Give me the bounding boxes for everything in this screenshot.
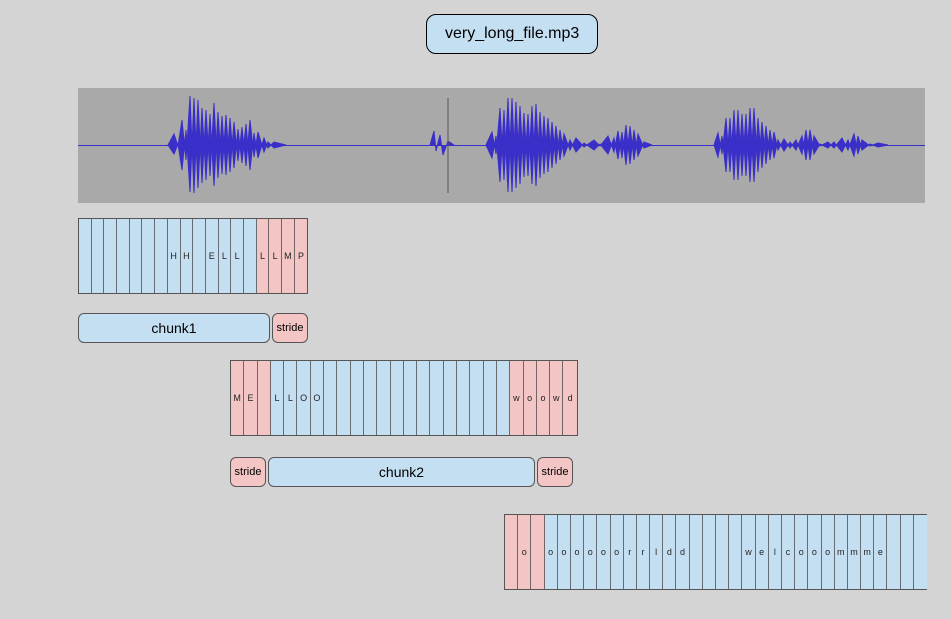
token-cell — [716, 515, 729, 589]
token-cell: l — [769, 515, 782, 589]
token-cell — [430, 361, 443, 435]
token-cell — [505, 515, 518, 589]
token-cell — [92, 219, 105, 293]
token-cell: o — [808, 515, 821, 589]
token-cell: w — [742, 515, 755, 589]
token-cell: d — [676, 515, 689, 589]
token-cell — [377, 361, 390, 435]
token-cell: r — [624, 515, 637, 589]
token-cell: o — [558, 515, 571, 589]
token-cell — [497, 361, 510, 435]
chunk3-token-strip: ooooooorrlddwelcooommme — [504, 514, 927, 590]
chunk1-label-bar: chunk1 stride — [78, 313, 308, 343]
token-cell: L — [231, 219, 244, 293]
token-cell — [155, 219, 168, 293]
token-cell: o — [822, 515, 835, 589]
token-cell: o — [518, 515, 531, 589]
token-cell: L — [269, 219, 282, 293]
token-cell: o — [571, 515, 584, 589]
chunk2-token-strip: MELLOOwoowd — [230, 360, 578, 436]
token-cell — [193, 219, 206, 293]
filename-text: very_long_file.mp3 — [445, 25, 579, 42]
token-cell — [337, 361, 350, 435]
token-cell: E — [206, 219, 219, 293]
chunk1-label: chunk1 — [78, 313, 270, 343]
token-cell: d — [563, 361, 576, 435]
token-cell — [130, 219, 143, 293]
token-cell — [391, 361, 404, 435]
token-cell: o — [795, 515, 808, 589]
token-cell — [142, 219, 155, 293]
token-cell — [484, 361, 497, 435]
token-cell: L — [284, 361, 297, 435]
chunk1-stride-label: stride — [272, 313, 308, 343]
token-cell — [914, 515, 927, 589]
token-cell: w — [550, 361, 563, 435]
token-cell: O — [311, 361, 324, 435]
filename-badge: very_long_file.mp3 — [426, 14, 598, 54]
token-cell — [117, 219, 130, 293]
token-cell: L — [257, 219, 270, 293]
token-cell: d — [663, 515, 676, 589]
token-cell: w — [510, 361, 523, 435]
token-cell — [351, 361, 364, 435]
token-cell — [104, 219, 117, 293]
token-cell: o — [584, 515, 597, 589]
token-cell — [901, 515, 914, 589]
token-cell: m — [861, 515, 874, 589]
token-cell — [457, 361, 470, 435]
chunk2-label: chunk2 — [268, 457, 535, 487]
token-cell — [729, 515, 742, 589]
token-cell — [470, 361, 483, 435]
token-cell: o — [524, 361, 537, 435]
chunk2-stride-left-label: stride — [230, 457, 266, 487]
token-cell: O — [297, 361, 310, 435]
token-cell — [887, 515, 900, 589]
token-cell: M — [282, 219, 295, 293]
token-cell — [690, 515, 703, 589]
token-cell: o — [611, 515, 624, 589]
token-cell: o — [597, 515, 610, 589]
token-cell — [703, 515, 716, 589]
token-cell — [444, 361, 457, 435]
token-cell — [258, 361, 271, 435]
token-cell: H — [181, 219, 194, 293]
token-cell: l — [650, 515, 663, 589]
token-cell: P — [295, 219, 308, 293]
token-cell: e — [874, 515, 887, 589]
token-cell: m — [848, 515, 861, 589]
token-cell: o — [537, 361, 550, 435]
token-cell — [404, 361, 417, 435]
token-cell — [244, 219, 257, 293]
token-cell: L — [271, 361, 284, 435]
token-cell — [79, 219, 92, 293]
token-cell — [531, 515, 544, 589]
token-cell: m — [835, 515, 848, 589]
chunk1-token-strip: HHELLLLMP — [78, 218, 308, 294]
token-cell: H — [168, 219, 181, 293]
token-cell: M — [231, 361, 244, 435]
token-cell: c — [782, 515, 795, 589]
waveform — [78, 88, 925, 203]
token-cell: E — [244, 361, 257, 435]
token-cell: L — [219, 219, 232, 293]
token-cell — [324, 361, 337, 435]
chunk2-stride-right-label: stride — [537, 457, 573, 487]
token-cell — [364, 361, 377, 435]
token-cell — [417, 361, 430, 435]
token-cell: r — [637, 515, 650, 589]
token-cell: e — [756, 515, 769, 589]
token-cell: o — [545, 515, 558, 589]
chunk2-label-bar: stride chunk2 stride — [230, 457, 573, 487]
